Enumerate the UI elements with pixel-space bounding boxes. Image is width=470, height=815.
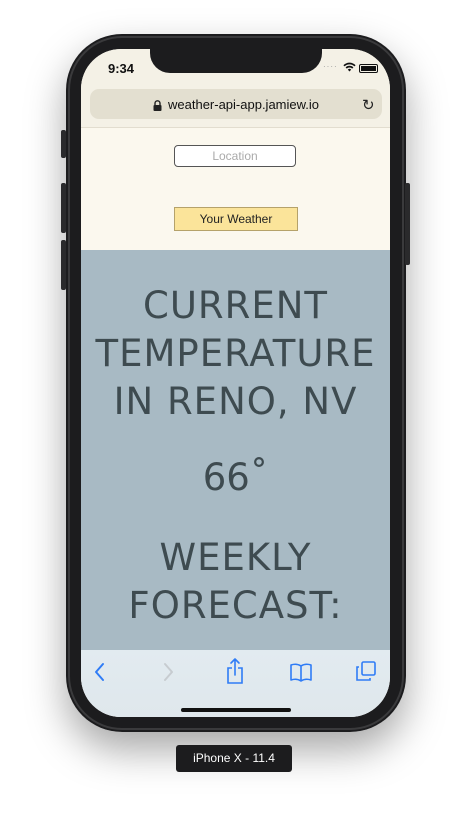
mute-switch <box>61 130 66 158</box>
forward-icon <box>164 663 173 681</box>
heading-line: CURRENT <box>143 284 328 327</box>
safari-toolbar <box>81 650 390 717</box>
weather-panel: CURRENT TEMPERATURE IN RENO, NV 66˚ WEEK… <box>81 250 390 650</box>
wifi-icon <box>343 62 356 72</box>
signal-icon: ···· <box>323 62 338 71</box>
current-temperature-heading: CURRENT TEMPERATURE IN RENO, NV <box>81 282 390 426</box>
temperature-value: 66˚ <box>202 456 269 499</box>
weekly-forecast-heading: WEEKLY FORECAST: <box>81 534 390 630</box>
status-time: 9:34 <box>108 61 135 76</box>
volume-up-button <box>61 183 66 233</box>
tabs-icon[interactable] <box>355 660 377 682</box>
lock-icon <box>153 100 162 111</box>
device-label: iPhone X - 11.4 <box>176 745 292 772</box>
heading-line: FORECAST: <box>128 584 343 627</box>
url-text: weather-api-app.jamiew.io <box>168 97 320 112</box>
phone-screen: 9:34 ···· weather-api-app.jamiew.io ↻ Lo… <box>81 49 390 717</box>
browser-header: weather-api-app.jamiew.io ↻ <box>81 85 390 128</box>
battery-icon <box>359 64 378 73</box>
notch <box>150 49 322 73</box>
back-icon[interactable] <box>93 661 107 683</box>
address-bar[interactable]: weather-api-app.jamiew.io ↻ <box>90 89 382 119</box>
bookmarks-icon[interactable] <box>289 662 313 682</box>
reload-icon[interactable]: ↻ <box>362 96 375 114</box>
weather-form: Location Your Weather <box>81 128 390 250</box>
home-indicator[interactable] <box>181 708 291 712</box>
location-input[interactable]: Location <box>174 145 296 167</box>
heading-line: WEEKLY <box>159 536 312 579</box>
heading-line: IN RENO, NV <box>113 380 358 423</box>
heading-line: TEMPERATURE <box>95 332 376 375</box>
share-icon[interactable] <box>225 657 245 685</box>
volume-down-button <box>61 240 66 290</box>
power-button <box>405 183 410 265</box>
your-weather-button[interactable]: Your Weather <box>174 207 298 231</box>
